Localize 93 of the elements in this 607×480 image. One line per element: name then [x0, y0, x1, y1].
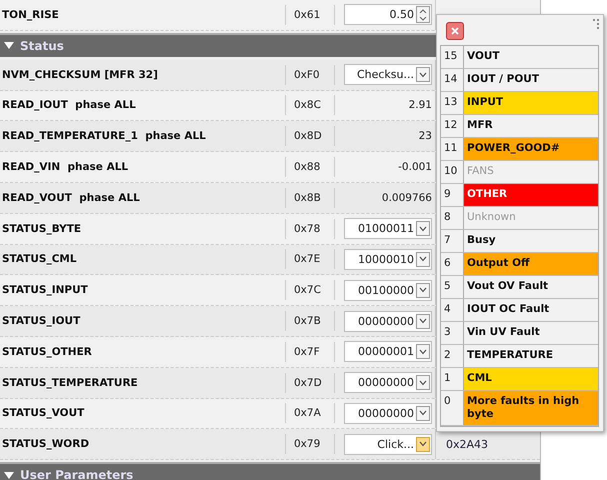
dropdown[interactable]: 00000000 [344, 310, 432, 332]
register-address: 0x8C [285, 95, 335, 116]
bit-number: 5 [441, 276, 464, 298]
register-address: 0x7F [285, 342, 335, 362]
register-address: 0x7C [285, 280, 335, 300]
bit-label: TEMPERATURE [466, 348, 554, 363]
register-address: 0x8B [285, 188, 335, 208]
section-title: Status [20, 38, 64, 53]
dropdown-button[interactable] [416, 282, 430, 298]
register-name: STATUS_INPUT [1, 284, 89, 296]
register-address: 0x61 [285, 4, 335, 25]
dropdown-button[interactable] [416, 67, 430, 82]
register-address: 0x7B [285, 311, 335, 332]
section-title: User Parameters [20, 468, 134, 480]
register-name: READ_TEMPERATURE_1 phase ALL [1, 130, 207, 142]
register-name: READ_IOUT phase ALL [1, 99, 137, 112]
dropdown-button[interactable] [416, 436, 430, 452]
bit-label: Busy [466, 233, 497, 248]
caret-icon [419, 348, 427, 355]
dropdown-button[interactable] [416, 314, 430, 329]
bit-number: 10 [441, 161, 464, 183]
register-name: READ_VIN phase ALL [1, 161, 130, 174]
bit-label: Vin UV Fault [466, 325, 541, 340]
register-name: TON_RISE [1, 8, 60, 21]
caret-icon [419, 72, 427, 78]
bit-label: IOUT / POUT [466, 72, 540, 87]
bit-number: 12 [441, 115, 464, 137]
caret-icon [419, 226, 427, 232]
register-name: STATUS_WORD [1, 438, 90, 450]
hex-value: 0x2A43 [446, 438, 488, 451]
register-name: STATUS_CML [1, 253, 78, 266]
dropdown[interactable]: 01000011 [344, 218, 432, 240]
caret-icon [419, 318, 427, 324]
register-name: NVM_CHECKSUM [MFR 32] [1, 68, 159, 81]
bit-number: 3 [441, 322, 464, 344]
bit-number: 2 [441, 345, 464, 367]
dropdown[interactable]: 00000001 [344, 341, 432, 362]
section-header[interactable]: User Parameters [0, 462, 540, 480]
dropdown[interactable]: 00100000 [344, 280, 432, 301]
register-name: READ_VOUT phase ALL [1, 192, 141, 204]
bit-number: 8 [441, 207, 464, 229]
bit-number: 15 [441, 46, 464, 68]
bit-number: 7 [441, 230, 464, 252]
dropdown-button[interactable] [416, 344, 430, 360]
dropdown-button[interactable] [416, 252, 430, 267]
dropdown[interactable]: 10000010 [344, 248, 432, 270]
dropdown-button[interactable] [416, 375, 430, 390]
value-text: -0.001 [398, 161, 432, 174]
register-address: 0x7D [285, 372, 335, 393]
bit-label: MFR [466, 118, 494, 133]
dropdown[interactable]: Click... [344, 434, 432, 455]
bit-label: INPUT [464, 92, 598, 114]
register-address: 0x7E [285, 249, 335, 270]
dropdown-button[interactable] [416, 221, 430, 236]
dropdown[interactable]: Checksu... [344, 64, 432, 86]
register-address: 0x7A [285, 403, 335, 424]
bit-label: CML [464, 368, 598, 390]
caret-icon [419, 380, 427, 386]
register-address: 0x79 [285, 434, 335, 454]
bit-label: Unknown [466, 210, 517, 225]
register-name: STATUS_BYTE [1, 222, 82, 235]
spin-buttons[interactable] [416, 6, 430, 24]
dropdown[interactable]: 00000000 [344, 372, 432, 394]
bit-label: Output Off [464, 253, 598, 275]
bit-label: More faults in high byte [464, 391, 598, 425]
close-icon [451, 27, 459, 35]
bit-label: FANS [466, 164, 495, 179]
caret-icon [419, 410, 427, 416]
bit-label: Vout OV Fault [466, 279, 550, 294]
value-text: 0.009766 [382, 192, 432, 204]
register-address: 0x88 [285, 157, 335, 178]
register-name: STATUS_OTHER [1, 346, 93, 358]
dropdown-button[interactable] [416, 406, 430, 421]
number-spinner[interactable]: 0.50 [344, 4, 432, 26]
close-button[interactable] [446, 22, 464, 40]
bit-label: OTHER [464, 184, 598, 206]
register-name: STATUS_IOUT [1, 315, 82, 328]
bit-number: 4 [441, 299, 464, 321]
caret-icon [419, 287, 427, 294]
register-name: STATUS_VOUT [1, 407, 86, 420]
bit-number: 14 [441, 69, 464, 91]
grip-icon[interactable] [593, 19, 599, 29]
caret-icon [419, 256, 427, 262]
register-address: 0xF0 [285, 64, 335, 85]
value-text: 2.91 [408, 99, 432, 112]
dropdown[interactable]: 00000000 [344, 402, 432, 424]
register-address: 0x78 [285, 218, 335, 239]
caret-icon [419, 441, 427, 448]
register-name: STATUS_TEMPERATURE [1, 376, 139, 389]
bit-label: IOUT OC Fault [466, 302, 550, 317]
bit-label: POWER_GOOD# [464, 138, 598, 160]
value-text: 23 [418, 130, 432, 142]
register-address: 0x8D [285, 126, 335, 146]
